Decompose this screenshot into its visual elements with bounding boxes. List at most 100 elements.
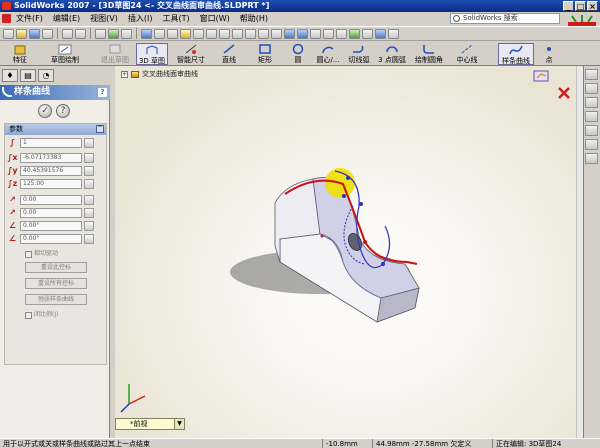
display-style-icon[interactable] [154, 28, 165, 39]
view-cube-icon[interactable] [375, 28, 386, 39]
library-tab-icon[interactable] [585, 83, 598, 94]
3d-sketch-button[interactable]: 3D 草图 [136, 43, 168, 65]
lights-icon[interactable] [388, 28, 399, 39]
spline-button[interactable]: 样条曲线 [498, 43, 534, 65]
spin-button[interactable] [84, 165, 94, 176]
menu-view[interactable]: 视图(V) [85, 12, 123, 26]
spin-button[interactable] [84, 233, 94, 244]
ok-button[interactable]: ✓ [38, 104, 52, 118]
spline-point[interactable] [320, 234, 324, 238]
expand-icon[interactable]: + [121, 70, 128, 78]
spin-button[interactable] [84, 178, 94, 189]
config-manager-tab-icon[interactable]: ◔ [38, 69, 54, 82]
cancel-sketch-corner-icon[interactable] [557, 86, 571, 100]
zoom-in-out-icon[interactable] [245, 28, 256, 39]
param-field[interactable]: 125.00 [20, 178, 82, 189]
spline-control-point[interactable] [381, 262, 385, 266]
app-menu-icon[interactable] [2, 14, 11, 23]
maximize-button[interactable]: □ [575, 1, 586, 11]
redo-icon[interactable] [75, 28, 86, 39]
print-icon[interactable] [42, 28, 53, 39]
param-field[interactable]: 40.45391576 [20, 165, 82, 176]
reset-this-handle-button[interactable]: 重设此控标 [25, 262, 87, 273]
menu-edit[interactable]: 编辑(E) [48, 12, 85, 26]
scene-icon[interactable] [193, 28, 204, 39]
shadows-icon[interactable] [362, 28, 373, 39]
appearances-tab-icon[interactable] [585, 139, 598, 150]
help-icon[interactable]: ? [98, 88, 107, 97]
param-field[interactable]: 1 [20, 137, 82, 148]
view-orientation-select[interactable]: *前视 ▼ [115, 418, 185, 430]
relax-spline-button[interactable]: 弛张样条曲线 [25, 294, 87, 305]
zoom-fit-icon[interactable] [219, 28, 230, 39]
menu-window[interactable]: 窗口(W) [195, 12, 235, 26]
centerline-button[interactable]: 中心线 [452, 43, 482, 65]
param-field[interactable]: 0.00° [20, 220, 82, 231]
reset-all-handles-button[interactable]: 重设所有控标 [25, 278, 87, 289]
features-button[interactable]: 特征 [4, 43, 36, 65]
spline-control-point[interactable] [342, 194, 346, 198]
spline-control-point[interactable] [346, 176, 350, 180]
rectangle-button[interactable]: 矩形 [254, 43, 276, 65]
model-scene[interactable] [115, 66, 576, 440]
view-palette-tab-icon[interactable] [585, 125, 598, 136]
select-icon[interactable] [95, 28, 106, 39]
search-input[interactable]: SolidWorks 搜索 [450, 13, 560, 24]
feature-tree-flyout[interactable]: + 交叉曲线面审曲线 [121, 69, 198, 79]
checkbox-box[interactable] [25, 250, 32, 258]
menu-insert[interactable]: 插入(I) [123, 12, 158, 26]
standard-views-icon[interactable] [284, 28, 295, 39]
chevron-down-icon[interactable]: ▼ [174, 419, 184, 429]
menu-file[interactable]: 文件(F) [11, 12, 48, 26]
custom-properties-tab-icon[interactable] [585, 153, 598, 164]
sketch-button[interactable]: 草图绘制 [40, 43, 90, 65]
hidden-lines-icon[interactable] [323, 28, 334, 39]
spin-button[interactable] [84, 194, 94, 205]
home-tab-icon[interactable] [585, 69, 598, 80]
feature-tree-tab-icon[interactable]: ♦ [2, 69, 18, 82]
circle-button[interactable]: 圆 [290, 43, 306, 65]
realview-icon[interactable] [349, 28, 360, 39]
undo-icon[interactable] [62, 28, 73, 39]
file-explorer-tab-icon[interactable] [585, 97, 598, 108]
exit-sketch-button[interactable]: 退出草图 [100, 43, 130, 65]
tangent-arc-button[interactable]: 切线弧 [346, 43, 372, 65]
collapse-icon[interactable]: ^ [96, 125, 104, 133]
param-field[interactable]: 0.00 [20, 207, 82, 218]
3point-arc-button[interactable]: 3 点圆弧 [376, 43, 408, 65]
rebuild-icon[interactable] [108, 28, 119, 39]
wireframe-icon[interactable] [310, 28, 321, 39]
param-field[interactable]: 0.00° [20, 233, 82, 244]
spline-point[interactable] [363, 240, 367, 244]
pan-icon[interactable] [271, 28, 282, 39]
spline-control-point[interactable] [359, 202, 363, 206]
checkbox-box[interactable] [25, 311, 32, 319]
close-button[interactable]: × [587, 1, 598, 11]
hide-show-icon[interactable] [167, 28, 178, 39]
new-icon[interactable] [3, 28, 14, 39]
section-view-icon[interactable] [206, 28, 217, 39]
open-icon[interactable] [16, 28, 27, 39]
perspective-icon[interactable] [336, 28, 347, 39]
spin-button[interactable] [84, 207, 94, 218]
spin-button[interactable] [84, 137, 94, 148]
line-button[interactable]: 直线 [218, 43, 240, 65]
view-orientation-icon[interactable] [141, 28, 152, 39]
fillet-button[interactable]: 绘制圆角 [412, 43, 446, 65]
zoom-area-icon[interactable] [232, 28, 243, 39]
tangent-driving-checkbox[interactable]: 相切驱动 [25, 249, 58, 259]
help-button[interactable]: ? [56, 104, 70, 118]
property-manager-tab-icon[interactable]: ▤ [20, 69, 36, 82]
shaded-icon[interactable] [297, 28, 308, 39]
proportional-checkbox[interactable]: 闭比例(J) [25, 310, 58, 320]
search-tab-icon[interactable] [585, 111, 598, 122]
arc-button[interactable]: 圆心/... [314, 43, 342, 65]
smart-dimension-button[interactable]: 智能尺寸 [174, 43, 208, 65]
vertical-scrollbar[interactable] [576, 66, 583, 438]
rotate-icon[interactable] [258, 28, 269, 39]
options-icon[interactable] [121, 28, 132, 39]
minimize-button[interactable]: _ [563, 1, 574, 11]
graphics-area[interactable]: + 交叉曲线面审曲线 *前视 ▼ [115, 66, 576, 440]
sketch-confirm-corner-icon[interactable] [533, 69, 551, 83]
save-icon[interactable] [29, 28, 40, 39]
